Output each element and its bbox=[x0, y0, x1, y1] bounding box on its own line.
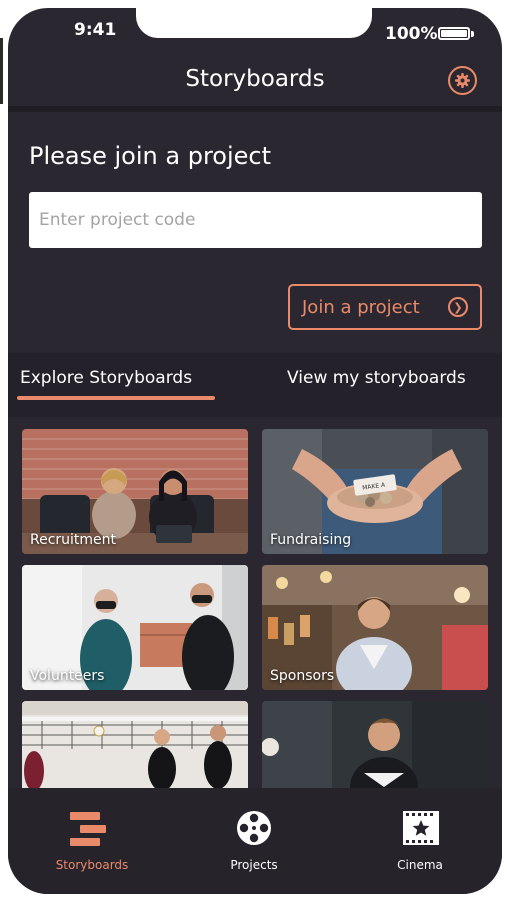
active-tab-indicator bbox=[17, 396, 215, 400]
status-time: 9:41 bbox=[74, 20, 117, 40]
ticket-star-icon bbox=[403, 811, 439, 845]
film-reel-icon bbox=[237, 811, 271, 845]
volleyball-image bbox=[22, 701, 248, 788]
tab-explore-storyboards[interactable]: Explore Storyboards bbox=[20, 368, 192, 388]
card-label: Volunteers bbox=[30, 668, 105, 684]
tab-view-my-storyboards[interactable]: View my storyboards bbox=[287, 368, 466, 388]
storyboard-card-recruitment[interactable]: Recruitment bbox=[22, 429, 248, 554]
storyboards-icon bbox=[70, 812, 106, 846]
battery-icon bbox=[438, 27, 470, 40]
page-title: Storyboards bbox=[185, 66, 325, 92]
project-code-input[interactable] bbox=[29, 192, 482, 248]
nav-label-storyboards: Storyboards bbox=[55, 858, 129, 872]
edge-mark bbox=[0, 38, 3, 104]
join-project-button[interactable]: Join a project ❯ bbox=[288, 284, 482, 330]
storyboard-card-volleyball[interactable] bbox=[22, 701, 248, 788]
settings-gear-icon[interactable] bbox=[448, 66, 477, 95]
battery-tip bbox=[471, 31, 474, 37]
bottom-navigation: Storyboards Projects Cinema bbox=[8, 788, 502, 894]
phone-screen: 9:41 100% Storyboards Please join a proj… bbox=[8, 8, 502, 894]
storyboard-card-sponsors[interactable]: Sponsors bbox=[262, 565, 488, 690]
battery-percentage: 100% bbox=[385, 24, 438, 44]
storyboard-card-fundraising[interactable]: MAKE A Fundraising bbox=[262, 429, 488, 554]
soccer-player-image bbox=[262, 701, 488, 788]
card-label: Fundraising bbox=[270, 532, 352, 548]
storyboard-card-volunteers[interactable]: Volunteers bbox=[22, 565, 248, 690]
header-divider bbox=[8, 106, 502, 112]
card-label: Sponsors bbox=[270, 668, 335, 684]
nav-item-storyboards[interactable]: Storyboards bbox=[10, 788, 174, 894]
phone-notch bbox=[136, 8, 372, 38]
join-heading: Please join a project bbox=[29, 142, 272, 170]
arrow-right-circle-icon: ❯ bbox=[448, 297, 468, 317]
card-label: Recruitment bbox=[30, 532, 117, 548]
storyboard-card-soccer[interactable] bbox=[262, 701, 488, 788]
nav-label-projects: Projects bbox=[230, 858, 278, 872]
nav-item-cinema[interactable]: Cinema bbox=[338, 788, 502, 894]
join-project-button-label: Join a project bbox=[302, 296, 420, 318]
nav-item-projects[interactable]: Projects bbox=[172, 788, 336, 894]
nav-label-cinema: Cinema bbox=[397, 858, 443, 872]
